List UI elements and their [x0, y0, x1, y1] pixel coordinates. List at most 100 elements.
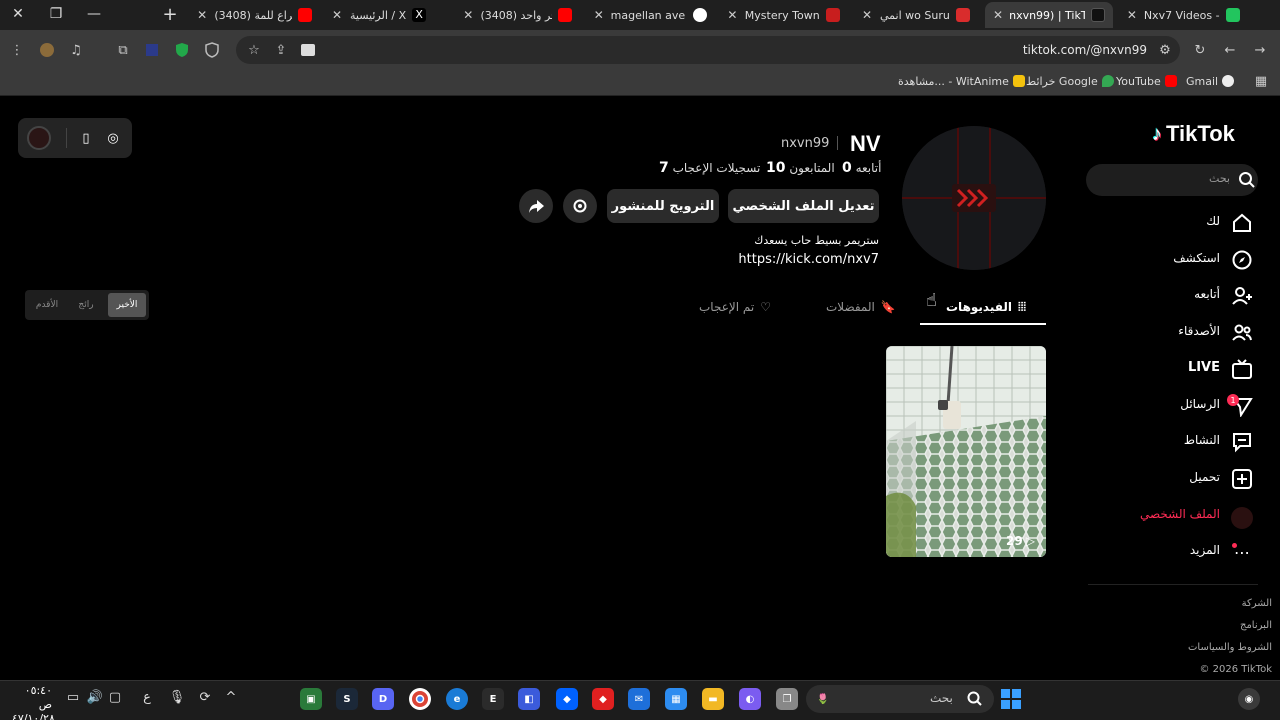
reload-icon[interactable]: ↻ [1191, 41, 1209, 59]
chevron-up-icon[interactable]: ^ [222, 690, 240, 705]
browser-tab-6[interactable]: ✕ (3408) آخر واحد [454, 2, 580, 28]
file-explorer-icon[interactable]: ▬ [702, 688, 724, 710]
sidebar-item-following[interactable]: أتابعه [1194, 287, 1220, 309]
chrome-icon[interactable] [409, 688, 431, 710]
mail-icon[interactable]: ✉ [628, 688, 650, 710]
sidebar-item-friends[interactable]: الأصدقاء [1178, 324, 1220, 346]
task-view-icon[interactable]: ❐ [776, 688, 798, 710]
apps-grid-icon[interactable]: ▦ [1252, 72, 1270, 90]
system-clock[interactable]: ٠٥:٤٠ ص ٤٧/١٠/٢٨ [12, 684, 55, 720]
sort-oldest-button[interactable]: الأقدم [28, 293, 66, 317]
sidebar-item-profile[interactable]: الملف الشخصي [1140, 507, 1220, 529]
steam-icon[interactable]: S [336, 688, 358, 710]
shield-extension-icon[interactable] [173, 41, 191, 59]
browser-tab-1[interactable]: ✕ Nxv7 Videos - W [1118, 2, 1248, 28]
extension-avatar-icon[interactable] [38, 41, 56, 59]
bookmark-gmail[interactable]: Gmail [1186, 74, 1235, 88]
epic-games-icon[interactable]: E [482, 688, 504, 710]
sidebar-item-messages[interactable]: الرسائل [1180, 397, 1220, 419]
close-tab-icon[interactable]: ✕ [196, 8, 208, 22]
live-icon[interactable] [1230, 357, 1254, 381]
close-tab-icon[interactable]: ✕ [1126, 8, 1138, 22]
battery-icon[interactable]: ▭ [64, 690, 82, 705]
volume-icon[interactable]: 🔊 [86, 690, 104, 705]
microphone-icon[interactable]: 🎙 [168, 690, 186, 705]
back-icon[interactable]: → [1251, 41, 1269, 59]
profile-avatar-icon[interactable] [1231, 507, 1253, 529]
dropbox-icon[interactable]: ◆ [556, 688, 578, 710]
sidebar-item-live[interactable]: LIVE [1188, 360, 1220, 382]
browser-tab-5[interactable]: ✕ magellan ave 22 [585, 2, 715, 28]
browser-tab-4[interactable]: ✕ Mystery Town - [718, 2, 848, 28]
translate-icon[interactable] [299, 41, 317, 59]
browser-tab-8[interactable]: ✕ (3408) صراع للمة [188, 2, 320, 28]
search-icon[interactable] [1238, 171, 1256, 189]
forward-icon[interactable]: ← [1221, 41, 1239, 59]
close-tab-icon[interactable]: ✕ [993, 8, 1003, 22]
minimize-window-icon[interactable]: — [76, 0, 112, 28]
sidebar-item-explore[interactable]: استكشف [1173, 251, 1220, 273]
new-tab-button[interactable]: + [152, 0, 188, 28]
friends-icon[interactable] [1230, 321, 1254, 345]
browser-tab-7[interactable]: ✕ الرئيسية / X X [322, 2, 446, 28]
promote-post-button[interactable]: الترويج للمنشور [607, 189, 719, 223]
compass-icon[interactable]: ◎ [104, 129, 122, 147]
sort-popular-button[interactable]: رائج [67, 293, 105, 317]
share-profile-button[interactable] [519, 189, 553, 223]
bookmark-google-maps[interactable]: خرائط Google [1026, 74, 1114, 88]
discord-icon[interactable]: D [372, 688, 394, 710]
app-icon[interactable]: ◧ [518, 688, 540, 710]
adblock-icon[interactable] [203, 41, 221, 59]
tiktok-logo[interactable]: ♪ TikTok [1152, 121, 1235, 147]
bookmark-youtube[interactable]: YouTube [1116, 74, 1177, 88]
copilot-icon[interactable]: ◐ [739, 688, 761, 710]
extension-icon[interactable] [143, 41, 161, 59]
profile-avatar[interactable] [902, 126, 1046, 270]
following-stat[interactable]: 0 أتابعه [842, 160, 881, 176]
tab-favorites[interactable]: المفضلات 🔖 [826, 296, 896, 318]
menu-icon[interactable]: ⋮ [8, 41, 26, 59]
tab-videos[interactable]: الفيديوهات ⦙⦙⦙ [946, 296, 1026, 318]
phone-icon[interactable]: ▯ [77, 129, 95, 147]
tab-liked[interactable]: تم الإعجاب ♡ [699, 296, 771, 318]
site-settings-icon[interactable]: ⚙ [1156, 41, 1174, 59]
sidebar-item-activity[interactable]: النشاط [1184, 433, 1220, 455]
browser-tab-3[interactable]: ✕ انمي wo Suru [852, 2, 980, 28]
notifications-icon[interactable]: ◉ [1238, 688, 1260, 710]
video-thumbnail[interactable] [886, 346, 1046, 557]
browser-tab-2[interactable]: ✕ nxvn99) | TikTok(1) [985, 2, 1113, 28]
close-tab-icon[interactable]: ✕ [330, 8, 344, 22]
sidebar-item-more[interactable]: المزيد [1190, 543, 1220, 565]
edit-profile-button[interactable]: تعديل الملف الشخصي [728, 189, 879, 223]
extensions-icon[interactable]: ⧉ [114, 41, 132, 59]
sort-latest-button[interactable]: الأخير [108, 293, 146, 317]
footer-terms-link[interactable]: الشروط والسياسات [1188, 642, 1272, 653]
language-indicator[interactable]: ع [138, 690, 156, 705]
following-icon[interactable] [1230, 284, 1254, 308]
media-control-icon[interactable]: ♫ [67, 41, 85, 59]
share-page-icon[interactable]: ⇪ [272, 41, 290, 59]
footer-program-link[interactable]: البرنامج [1240, 620, 1272, 631]
close-tab-icon[interactable]: ✕ [462, 8, 474, 22]
network-icon[interactable]: ▢ [106, 690, 124, 705]
store-icon[interactable]: ▦ [665, 688, 687, 710]
upload-icon[interactable] [1230, 467, 1254, 491]
compass-nav-icon[interactable] [1230, 248, 1254, 272]
xbox-app-icon[interactable]: ▣ [300, 688, 322, 710]
windows-start-icon[interactable] [1000, 688, 1022, 710]
footer-company-link[interactable]: الشركة [1242, 598, 1272, 609]
close-tab-icon[interactable]: ✕ [860, 8, 874, 22]
home-icon[interactable] [1230, 211, 1254, 235]
close-tab-icon[interactable]: ✕ [726, 8, 739, 22]
edge-icon[interactable]: e [446, 688, 468, 710]
sidebar-item-for-you[interactable]: لك [1206, 214, 1220, 236]
widget-avatar[interactable] [27, 126, 51, 150]
close-window-icon[interactable]: ✕ [0, 0, 36, 28]
profile-link[interactable]: https://kick.com/nxv7 [738, 252, 879, 267]
anydesk-icon[interactable]: ◆ [592, 688, 614, 710]
bookmark-witanime[interactable]: مشاهدة... - WitAnime [898, 74, 1025, 88]
settings-button[interactable] [563, 189, 597, 223]
close-tab-icon[interactable]: ✕ [593, 8, 605, 22]
bookmark-star-icon[interactable]: ☆ [245, 41, 263, 59]
sync-icon[interactable]: ⟳ [196, 690, 214, 705]
